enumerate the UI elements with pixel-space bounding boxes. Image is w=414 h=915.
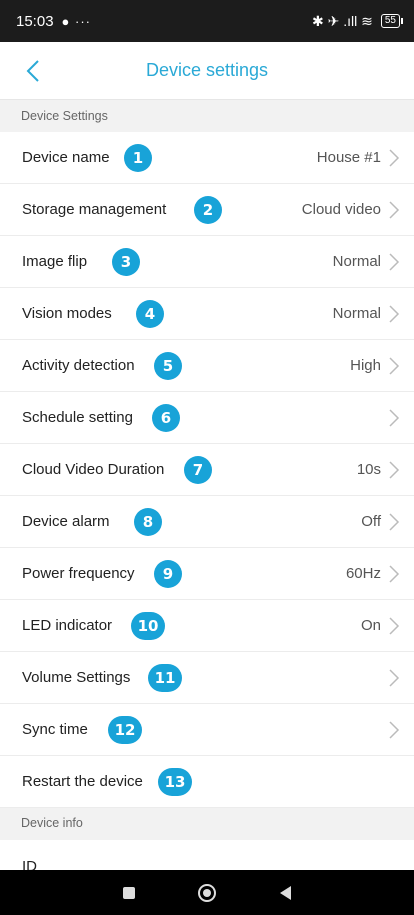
row-label: Device name bbox=[22, 149, 110, 166]
row-label: Restart the device bbox=[22, 773, 143, 790]
row-value: Cloud video bbox=[301, 201, 381, 218]
page-title: Device settings bbox=[145, 60, 269, 80]
row-label: Volume Settings bbox=[22, 669, 131, 686]
chevron-right-icon bbox=[389, 513, 400, 531]
header-bar: Device settings bbox=[0, 42, 414, 100]
chevron-right-icon bbox=[389, 409, 400, 427]
callout-badge: 6 bbox=[152, 404, 180, 432]
notification-icons: ● ··· bbox=[61, 13, 91, 29]
system-navigation-bar bbox=[0, 870, 414, 915]
settings-list: Device name 1 House #1 Storage managemen… bbox=[0, 132, 414, 808]
chevron-right-icon bbox=[389, 721, 400, 739]
callout-badge: 3 bbox=[112, 248, 140, 276]
row-value: Normal bbox=[332, 305, 381, 322]
row-label: ID bbox=[22, 858, 37, 870]
callout-badge: 13 bbox=[158, 768, 192, 796]
row-label: Sync time bbox=[22, 721, 88, 738]
row-volume-settings[interactable]: Volume Settings 11 bbox=[0, 652, 414, 704]
callout-badge: 10 bbox=[131, 612, 165, 640]
row-storage-management[interactable]: Storage management 2 Cloud video bbox=[0, 184, 414, 236]
row-device-alarm[interactable]: Device alarm 8 Off bbox=[0, 496, 414, 548]
row-image-flip[interactable]: Image flip 3 Normal bbox=[0, 236, 414, 288]
row-label: Image flip bbox=[22, 253, 88, 270]
square-icon bbox=[123, 886, 135, 899]
status-bar: 15:03 ● ··· ✱ ✈ .ıll ≋ 55 bbox=[0, 0, 414, 42]
row-power-frequency[interactable]: Power frequency 9 60Hz bbox=[0, 548, 414, 600]
chevron-right-icon bbox=[389, 201, 400, 219]
chevron-left-icon bbox=[26, 60, 39, 82]
callout-badge: 2 bbox=[194, 196, 222, 224]
row-value: High bbox=[350, 357, 381, 374]
chevron-right-icon bbox=[389, 617, 400, 635]
chevron-right-icon bbox=[389, 669, 400, 687]
row-device-id: ID bbox=[0, 840, 414, 870]
row-label: Storage management bbox=[22, 201, 167, 218]
row-value: 60Hz bbox=[345, 565, 381, 582]
callout-badge: 1 bbox=[124, 144, 152, 172]
callout-badge: 5 bbox=[154, 352, 182, 380]
callout-badge: 11 bbox=[148, 664, 182, 692]
row-label: LED indicator bbox=[22, 617, 113, 634]
row-cloud-video-duration[interactable]: Cloud Video Duration 7 10s bbox=[0, 444, 414, 496]
chevron-right-icon bbox=[389, 253, 400, 271]
row-value: 10s bbox=[356, 461, 381, 478]
chevron-right-icon bbox=[389, 149, 400, 167]
back-nav-button[interactable] bbox=[265, 873, 305, 913]
section-header-device-settings: Device Settings bbox=[0, 101, 414, 131]
triangle-back-icon bbox=[280, 885, 291, 900]
row-label: Schedule setting bbox=[22, 409, 133, 426]
chevron-right-icon bbox=[389, 461, 400, 479]
connectivity-icons: ✱ ✈ .ıll ≋ bbox=[312, 12, 373, 29]
home-button[interactable] bbox=[187, 873, 227, 913]
row-value: House #1 bbox=[316, 149, 381, 166]
row-schedule-setting[interactable]: Schedule setting 6 bbox=[0, 392, 414, 444]
callout-badge: 7 bbox=[184, 456, 212, 484]
row-sync-time[interactable]: Sync time 12 bbox=[0, 704, 414, 756]
callout-badge: 12 bbox=[108, 716, 142, 744]
row-value: Normal bbox=[332, 253, 381, 270]
callout-badge: 9 bbox=[154, 560, 182, 588]
row-value: Off bbox=[361, 513, 381, 530]
status-time: 15:03 bbox=[16, 12, 54, 30]
chevron-right-icon bbox=[389, 357, 400, 375]
recents-button[interactable] bbox=[109, 873, 149, 913]
battery-icon: 55 bbox=[380, 14, 404, 28]
row-label: Cloud Video Duration bbox=[22, 461, 165, 478]
row-led-indicator[interactable]: LED indicator 10 On bbox=[0, 600, 414, 652]
callout-badge: 8 bbox=[134, 508, 162, 536]
section-header-device-info: Device info bbox=[0, 808, 414, 838]
row-restart-device[interactable]: Restart the device 13 bbox=[0, 756, 414, 808]
row-label: Vision modes bbox=[22, 305, 112, 322]
row-label: Device alarm bbox=[22, 513, 110, 530]
row-activity-detection[interactable]: Activity detection 5 High bbox=[0, 340, 414, 392]
row-vision-modes[interactable]: Vision modes 4 Normal bbox=[0, 288, 414, 340]
row-label: Power frequency bbox=[22, 565, 135, 582]
chevron-right-icon bbox=[389, 305, 400, 323]
back-button[interactable] bbox=[18, 54, 48, 88]
circle-icon bbox=[198, 883, 216, 902]
callout-badge: 4 bbox=[136, 300, 164, 328]
system-icons: ✱ ✈ .ıll ≋ 55 bbox=[312, 12, 404, 30]
row-device-name[interactable]: Device name 1 House #1 bbox=[0, 132, 414, 184]
chevron-right-icon bbox=[389, 565, 400, 583]
row-value: On bbox=[360, 617, 381, 634]
row-label: Activity detection bbox=[22, 357, 135, 374]
